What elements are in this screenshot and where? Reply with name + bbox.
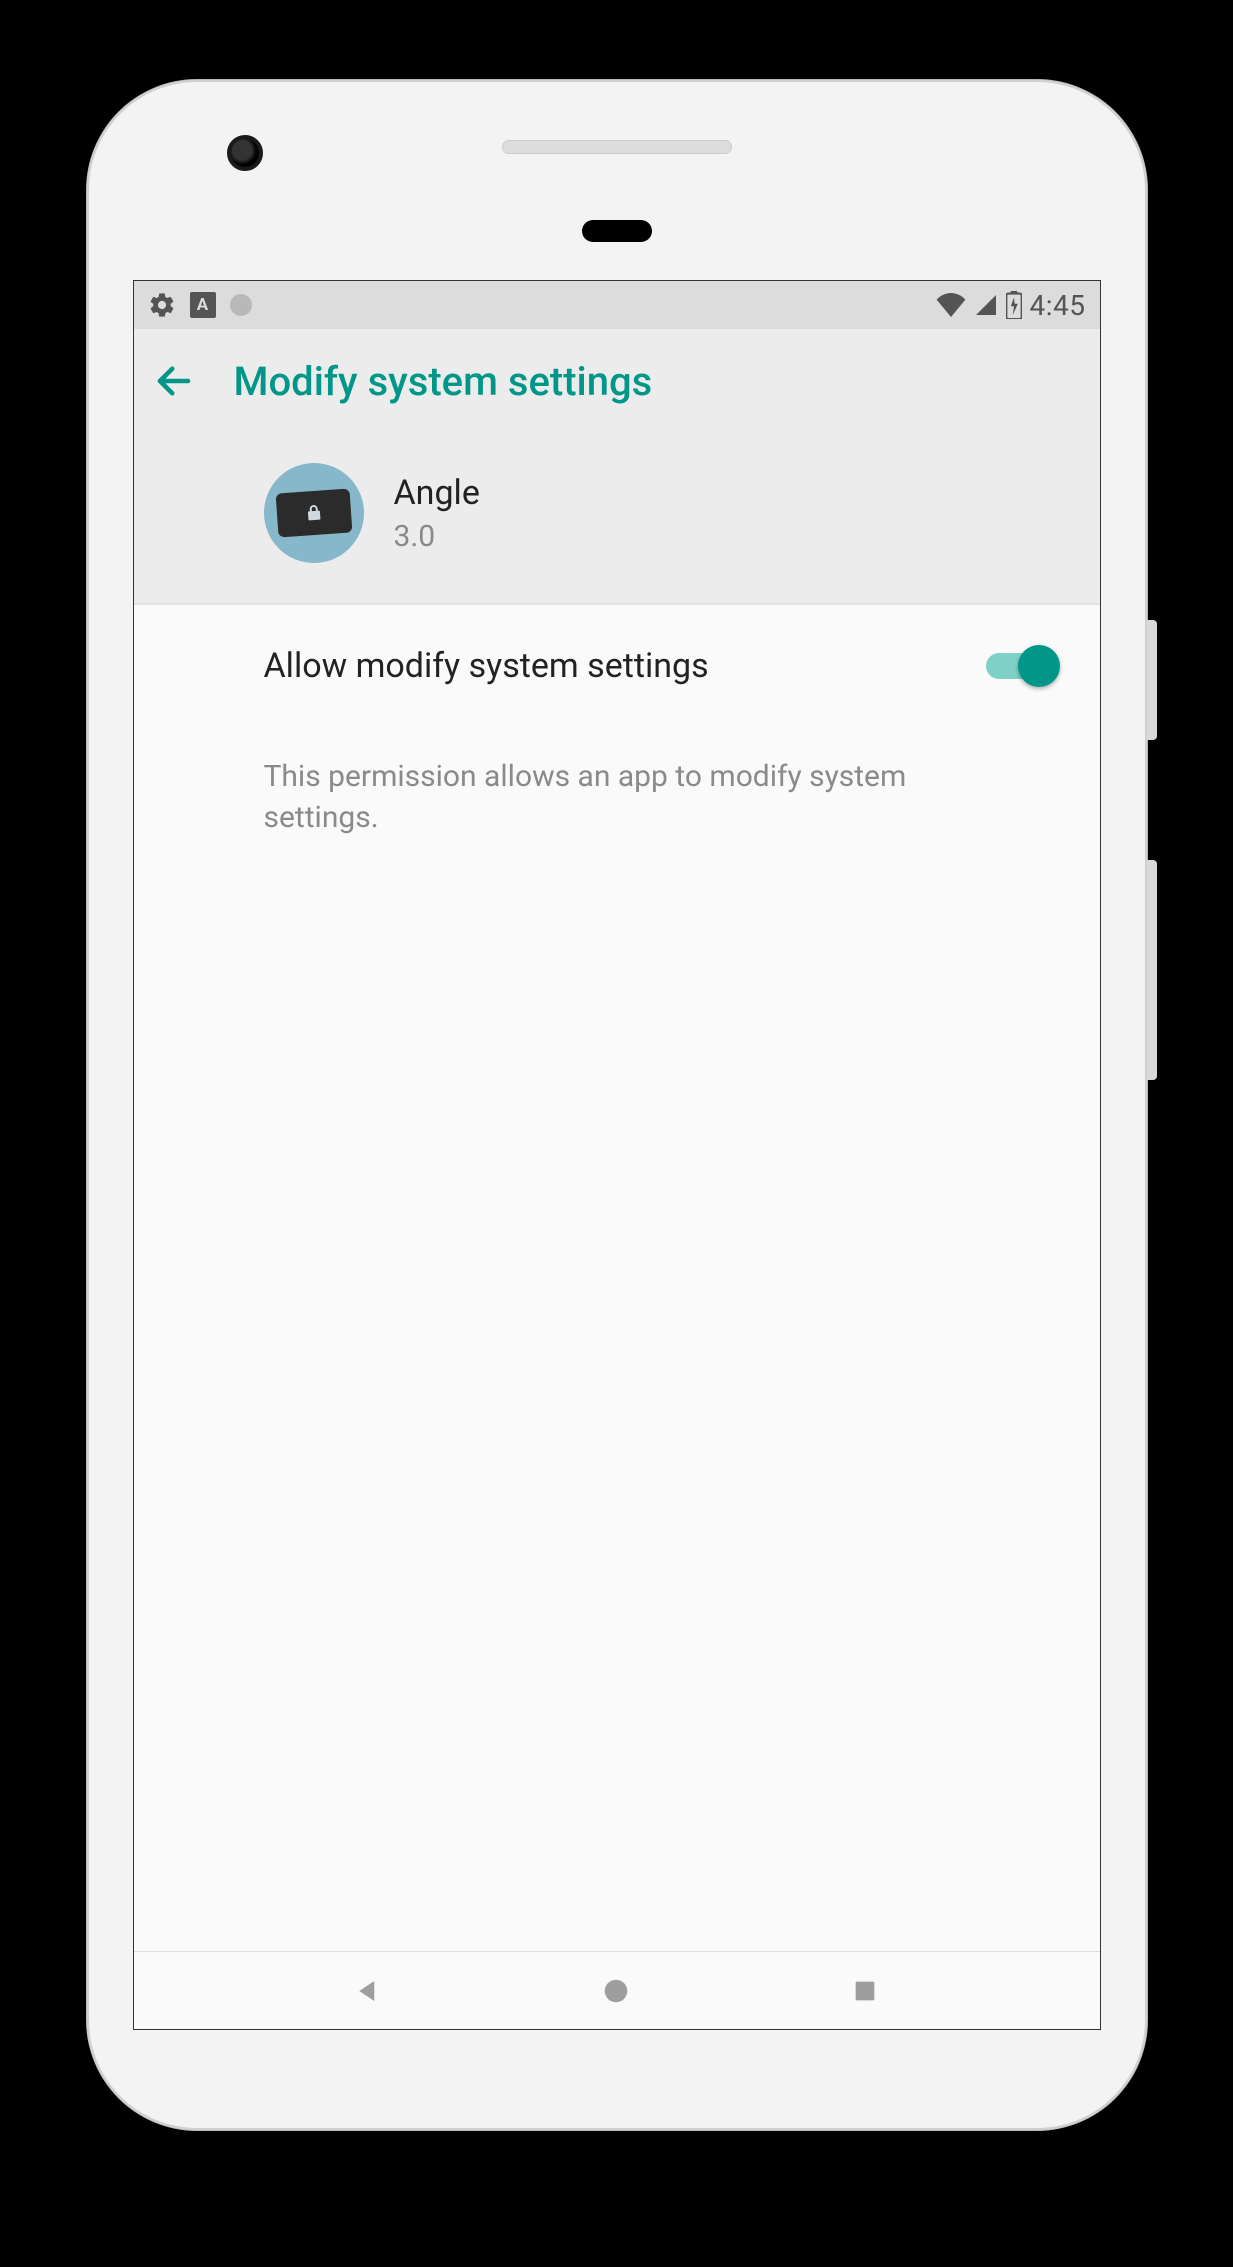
- content-fill: [134, 838, 1100, 1951]
- action-bar: Modify system settings: [134, 329, 1100, 433]
- screen: A 4:45 Modify system settings: [133, 280, 1101, 2030]
- switch-thumb: [1018, 645, 1060, 687]
- app-icon: [264, 463, 364, 563]
- status-left: A: [148, 291, 252, 319]
- app-name: Angle: [394, 473, 480, 513]
- arrow-left-icon: [153, 360, 195, 402]
- back-button[interactable]: [144, 351, 204, 411]
- app-meta: Angle 3.0: [394, 473, 480, 554]
- status-bar: A 4:45: [134, 281, 1100, 329]
- status-dot-icon: [230, 294, 252, 316]
- square-recents-icon: [851, 1977, 879, 2005]
- triangle-back-icon: [353, 1976, 383, 2006]
- volume-button: [1147, 860, 1157, 1080]
- keyboard-badge-icon: A: [190, 292, 216, 318]
- wifi-icon: [936, 293, 966, 317]
- page-title: Modify system settings: [234, 358, 653, 405]
- setting-row[interactable]: Allow modify system settings: [134, 603, 1100, 727]
- power-button: [1147, 620, 1157, 740]
- circle-home-icon: [601, 1976, 631, 2006]
- nav-back-button[interactable]: [343, 1966, 393, 2016]
- battery-charging-icon: [1006, 291, 1022, 319]
- navigation-bar: [134, 1951, 1100, 2029]
- lock-rotate-icon: [301, 500, 327, 526]
- front-camera: [227, 135, 263, 171]
- cell-signal-icon: [974, 293, 998, 317]
- toggle-switch[interactable]: [986, 645, 1060, 687]
- earpiece-speaker: [502, 140, 732, 154]
- phone-frame: A 4:45 Modify system settings: [87, 80, 1147, 2130]
- gear-icon: [148, 291, 176, 319]
- clock-text: 4:45: [1030, 289, 1086, 322]
- nav-recents-button[interactable]: [840, 1966, 890, 2016]
- app-version: 3.0: [394, 519, 480, 554]
- app-info-row: Angle 3.0: [134, 433, 1100, 603]
- proximity-sensor: [582, 220, 652, 242]
- status-right: 4:45: [936, 289, 1086, 322]
- nav-home-button[interactable]: [591, 1966, 641, 2016]
- setting-label: Allow modify system settings: [264, 646, 986, 686]
- setting-description: This permission allows an app to modify …: [134, 727, 1100, 838]
